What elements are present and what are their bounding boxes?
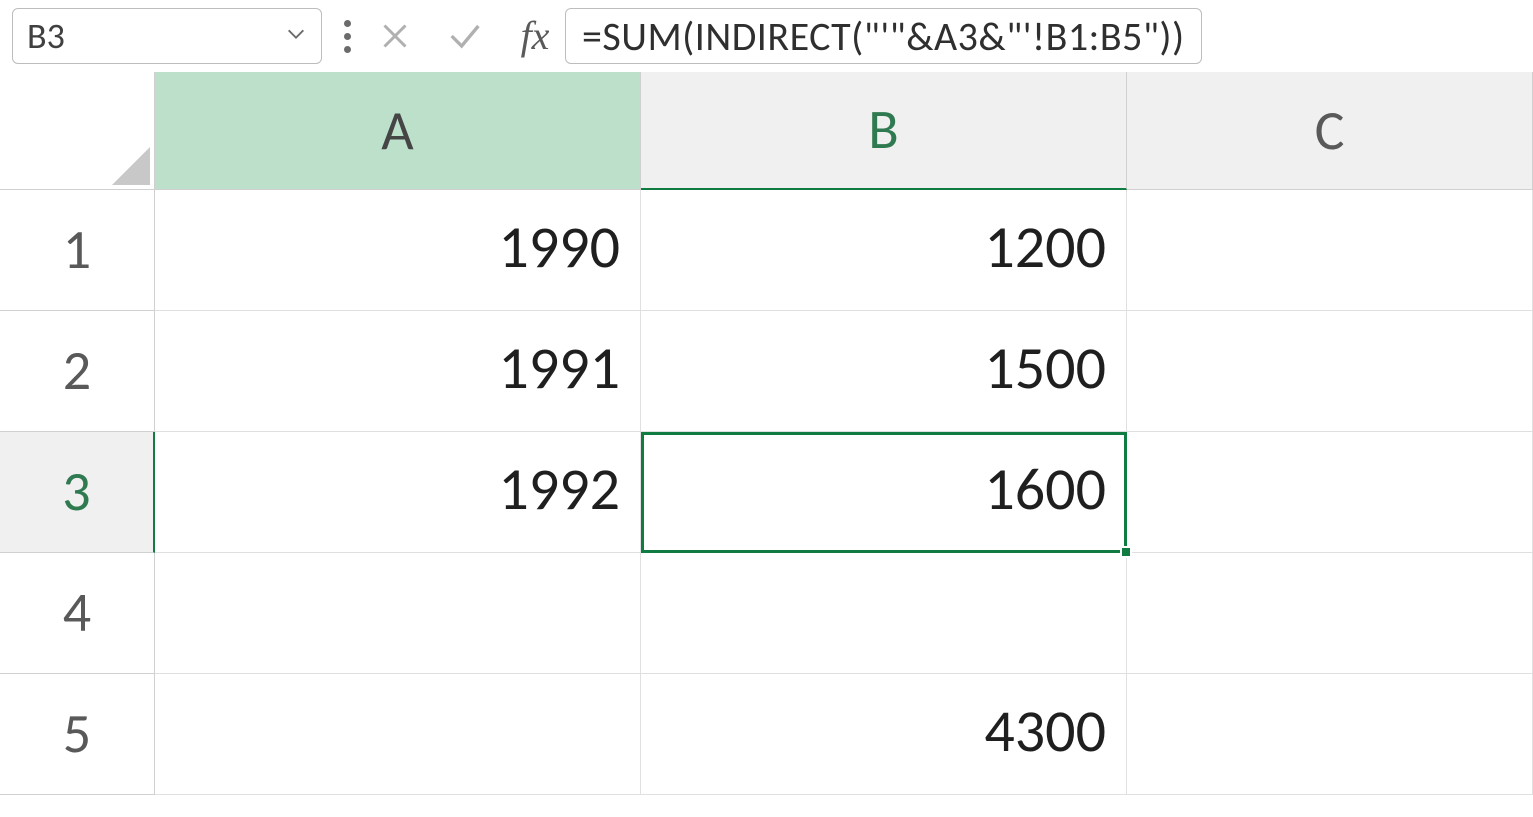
formula-bar-separator bbox=[330, 20, 365, 53]
cell-a4[interactable] bbox=[155, 553, 641, 674]
cell-a1[interactable]: 1990 bbox=[155, 190, 641, 311]
cell-c2[interactable] bbox=[1127, 311, 1533, 432]
enter-check-icon bbox=[443, 14, 487, 58]
row-header-3[interactable]: 3 bbox=[0, 432, 155, 553]
row-header-1[interactable]: 1 bbox=[0, 190, 155, 311]
cell-b4[interactable] bbox=[641, 553, 1127, 674]
fill-handle[interactable] bbox=[1120, 546, 1132, 558]
row-header-5[interactable]: 5 bbox=[0, 674, 155, 795]
cell-c1[interactable] bbox=[1127, 190, 1533, 311]
formula-text: =SUM(INDIRECT("'"&A3&"'!B1:B5")) bbox=[582, 12, 1185, 61]
cell-b1[interactable]: 1200 bbox=[641, 190, 1127, 311]
cell-c5[interactable] bbox=[1127, 674, 1533, 795]
select-all-corner[interactable] bbox=[0, 72, 155, 190]
cell-b5[interactable]: 4300 bbox=[641, 674, 1127, 795]
cell-a2[interactable]: 1991 bbox=[155, 311, 641, 432]
formula-bar: B3 fx =SUM(INDIRECT("'"&A3&"'!B1:B5")) bbox=[0, 0, 1533, 72]
name-box-value: B3 bbox=[27, 14, 65, 58]
cell-a5[interactable] bbox=[155, 674, 641, 795]
row-header-2[interactable]: 2 bbox=[0, 311, 155, 432]
column-header-c[interactable]: C bbox=[1127, 72, 1533, 190]
spreadsheet-grid[interactable]: A B C 1 1990 1200 2 1991 1500 3 1992 160… bbox=[0, 72, 1533, 795]
cell-b2[interactable]: 1500 bbox=[641, 311, 1127, 432]
cell-a3[interactable]: 1992 bbox=[155, 432, 641, 553]
formula-input[interactable]: =SUM(INDIRECT("'"&A3&"'!B1:B5")) bbox=[565, 8, 1202, 64]
formula-button-tray: fx bbox=[373, 14, 557, 58]
cell-c3[interactable] bbox=[1127, 432, 1533, 553]
name-box[interactable]: B3 bbox=[12, 8, 322, 64]
column-header-b[interactable]: B bbox=[641, 72, 1127, 190]
insert-function-icon[interactable]: fx bbox=[513, 14, 557, 58]
more-vertical-icon[interactable] bbox=[344, 20, 351, 53]
cell-c4[interactable] bbox=[1127, 553, 1533, 674]
chevron-down-icon[interactable] bbox=[285, 20, 307, 52]
row-header-4[interactable]: 4 bbox=[0, 553, 155, 674]
column-header-a[interactable]: A bbox=[155, 72, 641, 190]
cancel-icon bbox=[373, 14, 417, 58]
cell-b3[interactable]: 1600 bbox=[641, 432, 1127, 553]
